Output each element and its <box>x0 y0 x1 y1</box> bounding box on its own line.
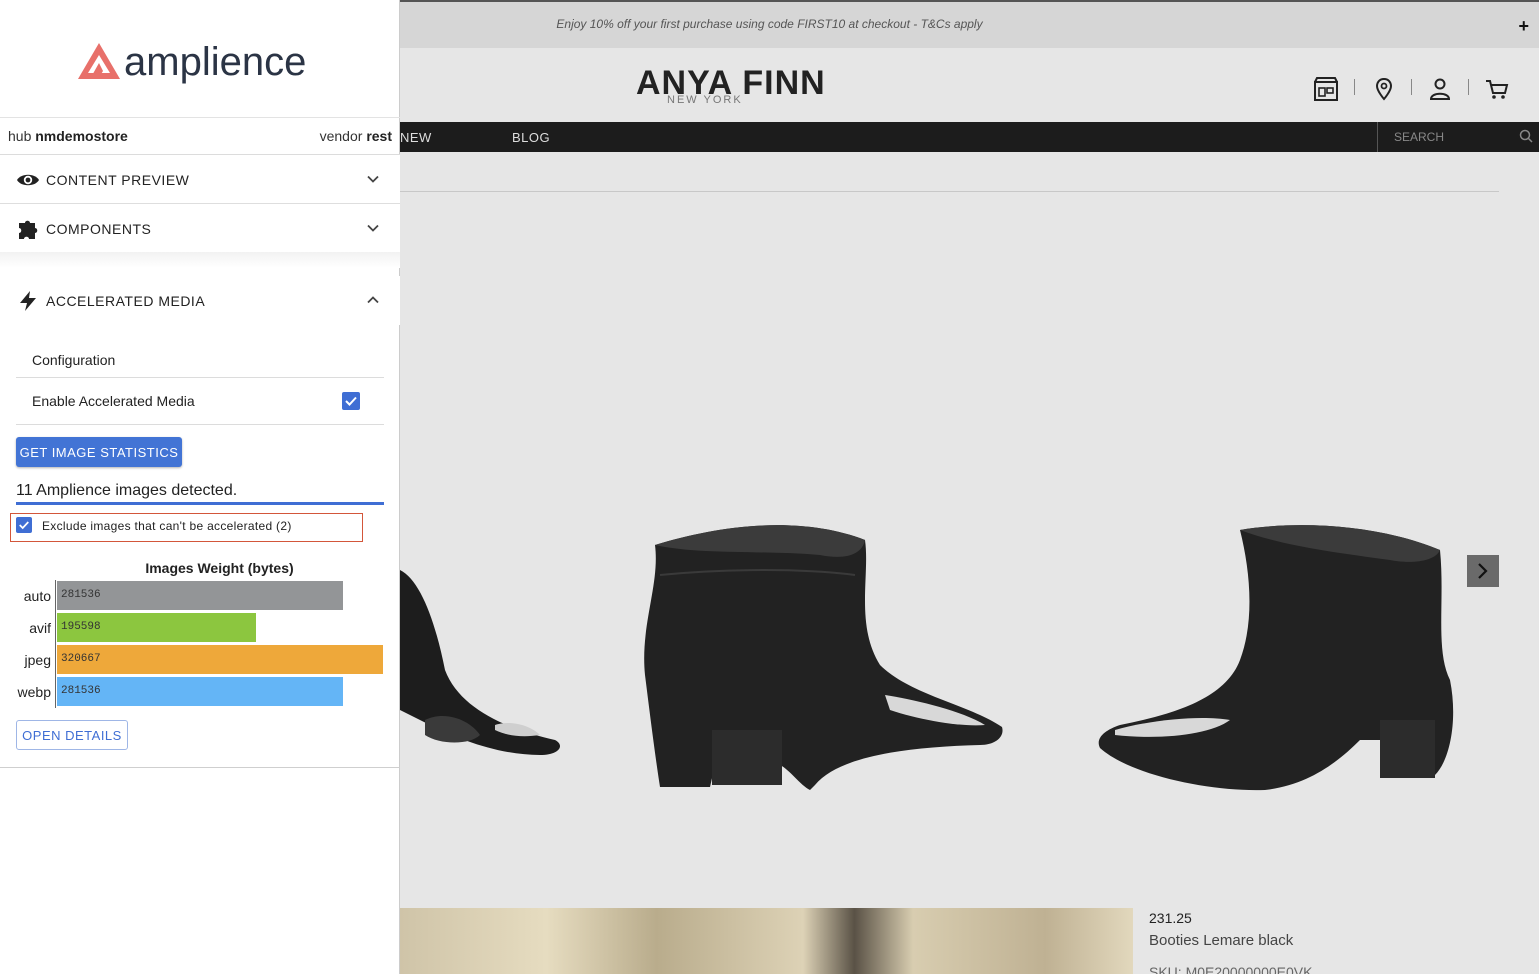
cart-icon[interactable] <box>1484 76 1510 102</box>
search-icon[interactable] <box>1519 129 1533 143</box>
checkmark-icon <box>19 521 29 530</box>
eye-icon <box>17 174 39 186</box>
search-input[interactable]: SEARCH <box>1394 130 1444 144</box>
bar-category-label: webp <box>17 684 51 700</box>
section-gap <box>0 252 400 268</box>
lifestyle-image <box>400 908 1133 974</box>
content-divider <box>400 191 1499 192</box>
product-sku: SKU: M0E20000000E0VK <box>1149 964 1313 974</box>
divider <box>16 377 384 378</box>
configuration-title: Configuration <box>32 352 116 368</box>
hub-info-bar: hub nmdemostore vendor rest <box>0 117 400 155</box>
vendor-info: vendor rest <box>320 128 392 144</box>
location-pin-icon[interactable] <box>1371 76 1397 102</box>
accelerated-media-label: ACCELERATED MEDIA <box>46 293 206 309</box>
exclude-images-checkbox[interactable] <box>16 517 32 533</box>
lightning-bolt-icon <box>20 291 36 311</box>
product-image[interactable] <box>1090 520 1460 800</box>
chevron-down-icon[interactable] <box>366 221 380 235</box>
get-image-statistics-button[interactable]: GET IMAGE STATISTICS <box>16 437 182 467</box>
amplience-panel: amplience hub nmdemostore vendor rest CO… <box>0 0 400 974</box>
bar-value-label: 320667 <box>61 653 101 665</box>
header-separator <box>1468 79 1469 95</box>
search-box[interactable]: SEARCH <box>1377 122 1539 152</box>
nav-item-blog[interactable]: BLOG <box>512 130 550 145</box>
product-image[interactable] <box>400 560 570 770</box>
hub-info: hub nmdemostore <box>8 128 128 144</box>
panel-divider <box>0 767 400 768</box>
components-section[interactable]: COMPONENTS <box>0 204 400 253</box>
divider <box>16 424 384 425</box>
bar-value-label: 281536 <box>61 685 101 697</box>
enable-accelerated-media-checkbox[interactable] <box>342 392 360 410</box>
chart-axis <box>55 580 56 708</box>
content-preview-section[interactable]: CONTENT PREVIEW <box>0 155 400 204</box>
product-image[interactable] <box>640 515 1010 795</box>
enable-accelerated-media-label: Enable Accelerated Media <box>32 393 195 409</box>
amplience-logo: amplience <box>124 40 307 84</box>
account-icon[interactable] <box>1427 76 1453 102</box>
bar-value-label: 281536 <box>61 589 101 601</box>
progress-bar <box>16 502 384 505</box>
bar-avif: 195598 <box>57 613 256 642</box>
hub-label: hub <box>8 128 32 144</box>
promo-expand-icon[interactable]: + <box>1518 16 1529 37</box>
chevron-up-icon[interactable] <box>366 293 380 307</box>
bar-value-label: 195598 <box>61 621 101 633</box>
amplience-logo-icon <box>78 43 120 79</box>
bar-category-label: auto <box>23 588 51 604</box>
nav-item-new[interactable]: NEW <box>400 130 432 145</box>
accelerated-media-section[interactable]: ACCELERATED MEDIA <box>0 276 400 325</box>
components-label: COMPONENTS <box>46 221 152 237</box>
open-details-button[interactable]: OPEN DETAILS <box>16 720 128 750</box>
bar-jpeg: 320667 <box>57 645 383 674</box>
hub-value: nmdemostore <box>35 128 128 144</box>
bar-webp: 281536 <box>57 677 343 706</box>
bar-category-label: jpeg <box>24 652 51 668</box>
images-detected-text: 11 Amplience images detected. <box>16 482 238 499</box>
vendor-value: rest <box>366 128 392 144</box>
vendor-label: vendor <box>319 128 363 144</box>
exclude-images-label: Exclude images that can't be accelerated… <box>42 519 292 533</box>
store-logo-subtitle: NEW YORK <box>667 94 743 106</box>
bar-auto: 281536 <box>57 581 343 610</box>
store-locator-icon[interactable] <box>1313 76 1339 102</box>
carousel-next-button[interactable] <box>1467 555 1499 587</box>
chart-title: Images Weight (bytes) <box>145 560 294 576</box>
bar-category-label: avif <box>29 620 51 636</box>
chevron-right-icon <box>1478 563 1488 579</box>
header-separator <box>1354 79 1355 95</box>
chevron-down-icon[interactable] <box>366 172 380 186</box>
header-separator <box>1411 79 1412 95</box>
content-preview-label: CONTENT PREVIEW <box>46 172 190 188</box>
product-price: 231.25 <box>1149 910 1192 926</box>
checkmark-icon <box>345 396 357 406</box>
product-name[interactable]: Booties Lemare black <box>1149 932 1293 949</box>
puzzle-piece-icon <box>19 220 38 239</box>
